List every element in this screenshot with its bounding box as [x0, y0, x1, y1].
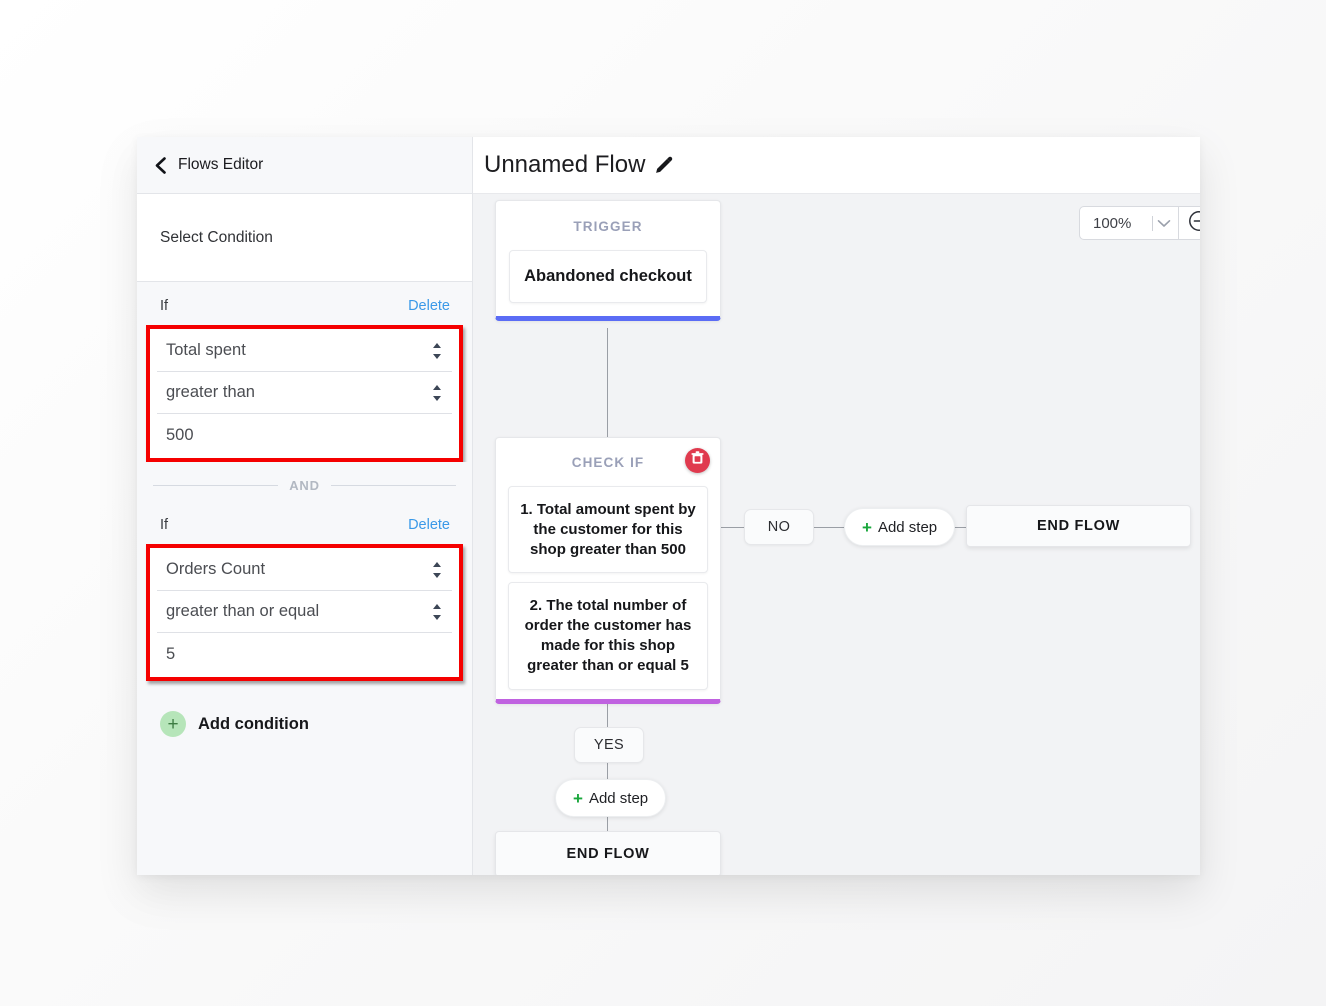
- condition-2-value-input[interactable]: 5: [157, 633, 452, 675]
- zoom-level-select[interactable]: 100%: [1079, 206, 1179, 240]
- condition-1-operator-select[interactable]: greater than: [157, 372, 452, 414]
- condition-1-delete-link[interactable]: Delete: [408, 298, 450, 314]
- pencil-icon[interactable]: [654, 156, 673, 175]
- condition-1-highlight: Total spent greater than 500: [146, 325, 463, 462]
- select-spinner-icon: [432, 342, 441, 359]
- condition-2-header: If Delete: [146, 501, 463, 544]
- add-step-label: Add step: [588, 789, 649, 807]
- branch-label-yes: YES: [574, 727, 644, 763]
- select-condition-label: Select Condition: [160, 228, 273, 246]
- condition-1-field-value: Total spent: [166, 341, 246, 359]
- trigger-item[interactable]: Abandoned checkout: [509, 250, 707, 303]
- zoom-out-button[interactable]: [1179, 206, 1200, 240]
- flow-header: Unnamed Flow: [473, 137, 1200, 194]
- select-spinner-icon: [432, 384, 441, 401]
- page-title: Unnamed Flow: [484, 151, 646, 178]
- divider-line-right: [330, 485, 457, 486]
- and-divider: AND: [146, 462, 463, 501]
- add-condition-button[interactable]: + Add condition: [146, 681, 463, 737]
- add-step-label: Add step: [877, 518, 938, 536]
- condition-2-value: 5: [166, 644, 176, 663]
- condition-1-header: If Delete: [146, 282, 463, 325]
- condition-sidebar: Flows Editor Select Condition If Delete …: [137, 137, 473, 875]
- plus-icon: +: [862, 517, 872, 537]
- condition-2-if-label: If: [160, 517, 169, 533]
- connector-no-to-addstep: [814, 527, 844, 528]
- minus-circle-icon: [1188, 210, 1200, 237]
- add-step-button-yes-branch[interactable]: + Add step: [555, 779, 667, 817]
- condition-1-value-input[interactable]: 500: [157, 414, 452, 456]
- condition-2-field-select[interactable]: Orders Count: [157, 549, 452, 591]
- condition-1-operator-value: greater than: [166, 383, 255, 401]
- condition-2-delete-link[interactable]: Delete: [408, 517, 450, 533]
- add-condition-label: Add condition: [198, 714, 309, 733]
- end-flow-no-branch[interactable]: END FLOW: [966, 505, 1191, 547]
- trigger-kicker-label: TRIGGER: [573, 219, 643, 234]
- trash-icon: [691, 451, 704, 470]
- check-if-item-1[interactable]: 1. Total amount spent by the customer fo…: [508, 486, 708, 574]
- select-spinner-icon: [432, 603, 441, 620]
- add-step-button-no-branch[interactable]: + Add step: [844, 508, 956, 546]
- condition-1-field-select[interactable]: Total spent: [157, 330, 452, 372]
- end-flow-yes-branch[interactable]: END FLOW: [495, 831, 721, 875]
- condition-1-value: 500: [166, 425, 194, 444]
- check-if-item-2[interactable]: 2. The total number of order the custome…: [508, 582, 708, 690]
- connector-trigger-to-checkif: [607, 328, 608, 437]
- connector-checkif-to-no: [721, 527, 744, 528]
- delete-check-if-button[interactable]: [685, 448, 710, 473]
- plus-circle-icon: +: [160, 711, 186, 737]
- sidebar-spacer: [137, 737, 472, 875]
- zoom-level-value: 100%: [1093, 214, 1132, 232]
- flow-canvas-panel: Unnamed Flow 100% TRIGGER Abandoned chec…: [473, 137, 1200, 875]
- select-condition-panel: Select Condition: [137, 194, 472, 282]
- connector-yes-to-addstep: [607, 763, 608, 779]
- check-if-node[interactable]: CHECK IF 1. Total amount spent by the cu…: [495, 437, 721, 704]
- condition-2-operator-select[interactable]: greater than or equal: [157, 591, 452, 633]
- back-to-flows-editor-button[interactable]: Flows Editor: [137, 137, 472, 194]
- condition-2-field-value: Orders Count: [166, 560, 266, 578]
- flow-editor-window: Flows Editor Select Condition If Delete …: [137, 137, 1200, 875]
- back-label: Flows Editor: [178, 156, 264, 173]
- condition-join: AND: [137, 462, 472, 501]
- condition-block-1: If Delete Total spent greater than 500: [137, 282, 472, 462]
- flow-canvas[interactable]: 100% TRIGGER Abandoned checkout CHECK IF…: [473, 194, 1200, 875]
- plus-icon: +: [573, 788, 583, 808]
- condition-2-operator-value: greater than or equal: [166, 602, 320, 620]
- divider-line-left: [153, 485, 279, 486]
- zoom-control: 100%: [1079, 206, 1200, 240]
- and-label: AND: [289, 478, 320, 493]
- condition-block-2: If Delete Orders Count greater than or e…: [137, 501, 472, 737]
- branch-label-no: NO: [744, 509, 814, 545]
- select-spinner-icon: [432, 561, 441, 578]
- check-if-kicker-label: CHECK IF: [571, 455, 645, 470]
- chevron-down-icon: [1153, 219, 1171, 228]
- condition-2-highlight: Orders Count greater than or equal 5: [146, 544, 463, 681]
- condition-1-if-label: If: [160, 298, 169, 314]
- chevron-left-icon: [151, 156, 169, 174]
- trigger-node[interactable]: TRIGGER Abandoned checkout: [495, 200, 721, 321]
